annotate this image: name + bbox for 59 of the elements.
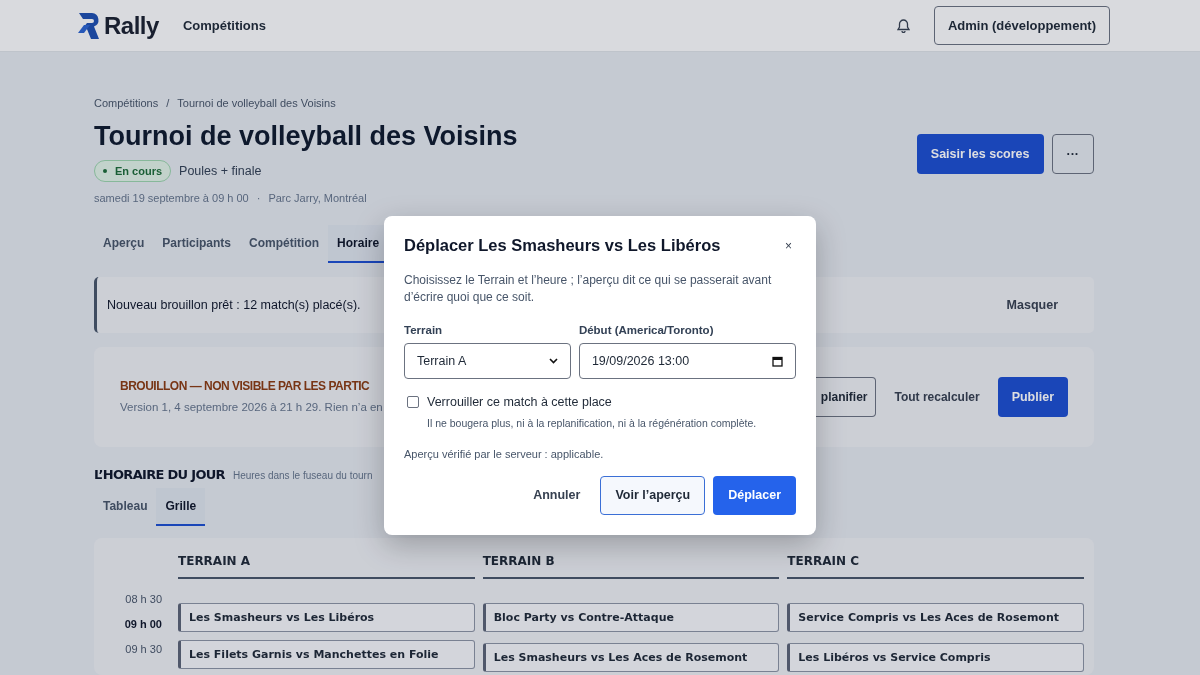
match-card[interactable]: Les Smasheurs vs Les Libéros	[178, 603, 475, 633]
start-field[interactable]: 19/09/2026 13:00	[578, 343, 796, 380]
tab[interactable]: Aperçu	[94, 224, 154, 263]
checkbox-label[interactable]: Verrouiller ce match à cette place	[427, 393, 612, 412]
format-label: Poules + finale	[179, 162, 262, 180]
logo-icon	[78, 12, 100, 39]
draft-title: BROUILLON — NON VISIBLE PAR LES PARTIC	[120, 378, 370, 396]
tab[interactable]: Compétition	[240, 224, 329, 263]
publish-button[interactable]: Publier	[997, 376, 1068, 418]
breadcrumb-separator: /	[166, 96, 170, 111]
status-badge: En cours	[94, 159, 172, 183]
date-text: samedi 19 septembre à 09 h 00	[94, 191, 249, 207]
match-card[interactable]: Les Libéros vs Service Compris	[787, 643, 1084, 673]
lock-checkbox[interactable]	[407, 396, 419, 409]
match-card[interactable]: Les Filets Garnis vs Manchettes en Folie	[178, 640, 475, 670]
breadcrumb-item[interactable]: Compétitions	[94, 95, 159, 112]
section-title: L’HORAIRE DU JOUR	[94, 465, 225, 484]
account-button[interactable]: Admin (développement)	[933, 5, 1110, 46]
field-label: Terrain	[404, 322, 444, 338]
tab[interactable]: Participants	[153, 224, 241, 263]
brand-name[interactable]: Rally	[104, 7, 159, 44]
dialog-title: Déplacer Les Smasheurs vs Les Libéros	[404, 236, 721, 256]
match-card[interactable]: Service Compris vs Les Aces de Rosemont	[787, 603, 1084, 633]
calendar-icon[interactable]	[772, 355, 783, 367]
time-label: 09 h 30	[124, 642, 163, 658]
court-header: TERRAIN C	[787, 550, 1084, 580]
select-value: Terrain A	[417, 352, 467, 370]
section-note: Heures dans le fuseau du tourn	[232, 468, 373, 483]
time-label: 08 h 30	[124, 592, 163, 608]
nav-link[interactable]: Compétitions	[182, 15, 266, 36]
court-select[interactable]: Terrain A	[404, 343, 571, 380]
page-title: Tournoi de volleyball des Voisins	[94, 119, 518, 152]
match-card[interactable]: Les Smasheurs vs Les Aces de Rosemont	[482, 643, 780, 673]
place-text: Parc Jarry, Montréal	[268, 191, 367, 207]
court-header: TERRAIN B	[482, 550, 780, 580]
preview-status: Aperçu vérifié par le serveur : applicable.	[404, 446, 605, 462]
cancel-button[interactable]: Annuler	[521, 476, 593, 515]
help-text: Il ne bougera plus, ni à la replanification, ni à la régénération complète.	[427, 415, 758, 431]
separator-dot: ·	[256, 191, 261, 207]
time-label: 09 h 00	[123, 617, 163, 633]
preview-button[interactable]: Voir l’aperçu	[600, 476, 706, 515]
view-tab[interactable]: Tableau	[94, 488, 157, 527]
notice-text: Nouveau brouillon prêt : 12 match(s) placé(s).	[107, 296, 361, 314]
enter-scores-button[interactable]: Saisir les scores	[916, 133, 1044, 175]
court-header: TERRAIN A	[178, 550, 475, 580]
dialog-intro: Choisissez le Terrain et l’heure ; l’aperçu dit ce qui se passerait avant d’écrire quoi que ce soit.	[404, 271, 773, 306]
view-tab[interactable]: Grille	[156, 488, 206, 527]
bell-icon[interactable]	[896, 18, 910, 33]
field-value: 19/09/2026 13:00	[591, 352, 690, 370]
caret-icon	[548, 358, 558, 365]
field-label: Début (America/Toronto)	[578, 322, 715, 338]
match-card[interactable]: Bloc Party vs Contre-Attaque	[482, 603, 780, 633]
close-button[interactable]: ×	[781, 236, 796, 255]
recalculate-button[interactable]: Tout recalculer	[884, 377, 990, 416]
move-button[interactable]: Déplacer	[713, 476, 796, 515]
more-button[interactable]: ···	[1051, 133, 1094, 175]
breadcrumb-item: Tournoi de volleyball des Voisins	[177, 96, 336, 111]
draft-text: Version 1, 4 septembre 2026 à 21 h 29. Rien n’a en	[120, 400, 383, 416]
hide-button[interactable]: Masquer	[994, 285, 1070, 325]
